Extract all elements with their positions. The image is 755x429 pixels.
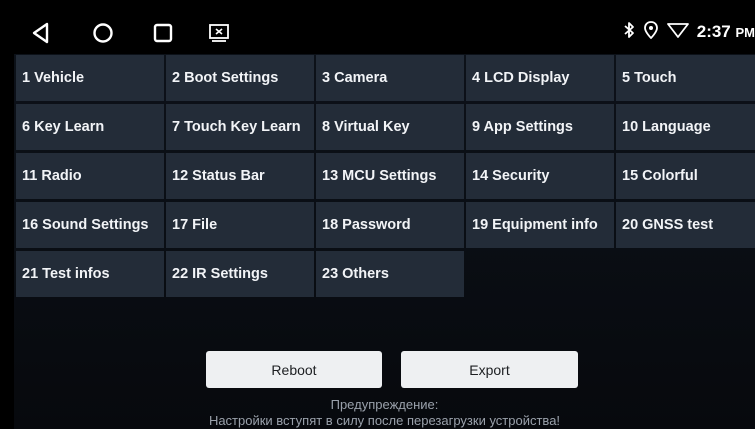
tile-camera[interactable]: 3 Camera [316,55,464,101]
tile-label: 21 Test infos [22,266,110,282]
tile-boot-settings[interactable]: 2 Boot Settings [166,55,314,101]
bezel-left [0,0,14,429]
screen-mirror-icon[interactable] [206,20,232,46]
clock-ampm: PM [735,25,755,40]
wifi-icon [666,21,689,44]
tile-label: 11 Radio [22,168,82,184]
tile-mcu-settings[interactable]: 13 MCU Settings [316,153,464,199]
tile-label: 23 Others [322,266,389,282]
tile-vehicle[interactable]: 1 Vehicle [16,55,164,101]
tile-label: 16 Sound Settings [22,217,149,233]
status-indicators: 2:37 PM [623,10,755,54]
bluetooth-icon [623,21,635,44]
tile-label: 4 LCD Display [472,70,570,86]
tile-status-bar[interactable]: 12 Status Bar [166,153,314,199]
tile-security[interactable]: 14 Security [466,153,614,199]
bezel-top [0,0,755,10]
export-button[interactable]: Export [401,351,578,388]
tile-label: 18 Password [322,217,411,233]
tile-touch[interactable]: 5 Touch [616,55,755,101]
tile-others[interactable]: 23 Others [316,251,464,297]
status-bar: 2:37 PM [14,10,755,54]
back-icon[interactable] [28,20,54,46]
tile-label: 20 GNSS test [622,217,714,233]
tile-label: 8 Virtual Key [322,119,410,135]
screen: 2:37 PM 1 Vehicle 2 Boot Settings 3 Came… [0,0,755,429]
tile-label: 6 Key Learn [22,119,105,135]
tile-label: 15 Colorful [622,168,698,184]
tile-label: 14 Security [472,168,550,184]
tile-label: 12 Status Bar [172,168,265,184]
clock-time: 2:37 [696,22,731,41]
warning-text: Настройки вступят в силу после перезагру… [208,413,561,428]
tile-sound-settings[interactable]: 16 Sound Settings [16,202,164,248]
tile-lcd-display[interactable]: 4 LCD Display [466,55,614,101]
tile-language[interactable]: 10 Language [616,104,755,150]
tile-ir-settings[interactable]: 22 IR Settings [166,251,314,297]
tile-label: 3 Camera [322,70,388,86]
tile-label: 7 Touch Key Learn [172,119,301,135]
tile-key-learn[interactable]: 6 Key Learn [16,104,164,150]
tile-label: 1 Vehicle [22,70,85,86]
tile-label: 22 IR Settings [172,266,268,282]
warning-message: Предупреждение: Настройки вступят в силу… [14,397,755,429]
tile-equipment-info[interactable]: 19 Equipment info [466,202,614,248]
tile-touch-key-learn[interactable]: 7 Touch Key Learn [166,104,314,150]
tile-label: 17 File [172,217,218,233]
tile-label: 5 Touch [622,70,677,86]
reboot-button[interactable]: Reboot [206,351,382,388]
tile-test-infos[interactable]: 21 Test infos [16,251,164,297]
tile-radio[interactable]: 11 Radio [16,153,164,199]
clock: 2:37 PM [697,22,755,42]
tile-label: 13 MCU Settings [322,168,437,184]
tile-file[interactable]: 17 File [166,202,314,248]
tile-label: 9 App Settings [472,119,573,135]
tile-gnss-test[interactable]: 20 GNSS test [616,202,755,248]
tile-label: 10 Language [622,119,711,135]
home-icon[interactable] [90,20,116,46]
warning-title: Предупреждение: [330,397,439,412]
location-icon [643,20,659,44]
recents-icon[interactable] [150,20,176,46]
tile-app-settings[interactable]: 9 App Settings [466,104,614,150]
tile-label: 19 Equipment info [472,217,598,233]
tile-colorful[interactable]: 15 Colorful [616,153,755,199]
tile-virtual-key[interactable]: 8 Virtual Key [316,104,464,150]
tile-label: 2 Boot Settings [172,70,279,86]
tile-password[interactable]: 18 Password [316,202,464,248]
